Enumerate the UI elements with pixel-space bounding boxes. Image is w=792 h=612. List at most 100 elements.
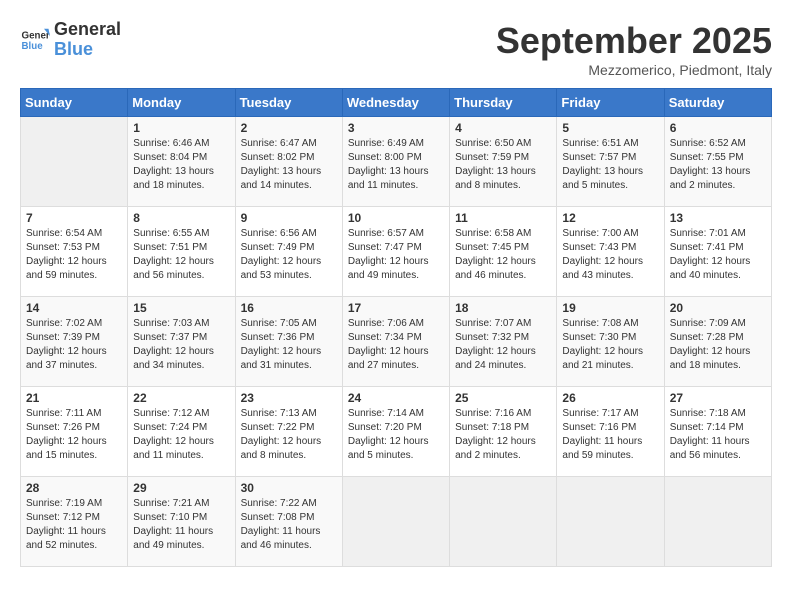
weekday-header: Tuesday: [235, 89, 342, 117]
sunset: Sunset: 7:16 PM: [562, 421, 658, 435]
daylight: Daylight: 13 hours and 5 minutes.: [562, 165, 658, 193]
day-number: 6: [670, 121, 766, 135]
daylight: Daylight: 12 hours and 31 minutes.: [241, 345, 337, 373]
daylight: Daylight: 12 hours and 34 minutes.: [133, 345, 229, 373]
daylight: Daylight: 11 hours and 59 minutes.: [562, 435, 658, 463]
daylight: Daylight: 12 hours and 37 minutes.: [26, 345, 122, 373]
calendar-cell: 29 Sunrise: 7:21 AM Sunset: 7:10 PM Dayl…: [128, 477, 235, 567]
sunset: Sunset: 7:59 PM: [455, 151, 551, 165]
sunrise: Sunrise: 7:06 AM: [348, 317, 444, 331]
logo-text: General Blue: [54, 20, 121, 60]
daylight: Daylight: 12 hours and 40 minutes.: [670, 255, 766, 283]
sunrise: Sunrise: 6:56 AM: [241, 227, 337, 241]
title-block: September 2025 Mezzomerico, Piedmont, It…: [496, 20, 772, 78]
calendar-cell: 17 Sunrise: 7:06 AM Sunset: 7:34 PM Dayl…: [342, 297, 449, 387]
daylight: Daylight: 12 hours and 59 minutes.: [26, 255, 122, 283]
daylight: Daylight: 12 hours and 56 minutes.: [133, 255, 229, 283]
sunset: Sunset: 7:30 PM: [562, 331, 658, 345]
svg-text:Blue: Blue: [22, 41, 44, 52]
calendar-week-row: 14 Sunrise: 7:02 AM Sunset: 7:39 PM Dayl…: [21, 297, 772, 387]
sunset: Sunset: 7:45 PM: [455, 241, 551, 255]
day-number: 15: [133, 301, 229, 315]
daylight: Daylight: 12 hours and 5 minutes.: [348, 435, 444, 463]
sunrise: Sunrise: 7:02 AM: [26, 317, 122, 331]
daylight: Daylight: 13 hours and 11 minutes.: [348, 165, 444, 193]
day-info: Sunrise: 7:06 AM Sunset: 7:34 PM Dayligh…: [348, 317, 444, 373]
day-info: Sunrise: 6:57 AM Sunset: 7:47 PM Dayligh…: [348, 227, 444, 283]
calendar-cell: 24 Sunrise: 7:14 AM Sunset: 7:20 PM Dayl…: [342, 387, 449, 477]
sunset: Sunset: 7:14 PM: [670, 421, 766, 435]
day-number: 8: [133, 211, 229, 225]
day-info: Sunrise: 7:01 AM Sunset: 7:41 PM Dayligh…: [670, 227, 766, 283]
calendar-week-row: 21 Sunrise: 7:11 AM Sunset: 7:26 PM Dayl…: [21, 387, 772, 477]
calendar-cell: 14 Sunrise: 7:02 AM Sunset: 7:39 PM Dayl…: [21, 297, 128, 387]
sunset: Sunset: 7:24 PM: [133, 421, 229, 435]
sunrise: Sunrise: 7:21 AM: [133, 497, 229, 511]
sunset: Sunset: 7:10 PM: [133, 511, 229, 525]
day-number: 16: [241, 301, 337, 315]
day-number: 10: [348, 211, 444, 225]
day-number: 13: [670, 211, 766, 225]
day-info: Sunrise: 7:21 AM Sunset: 7:10 PM Dayligh…: [133, 497, 229, 553]
day-info: Sunrise: 6:50 AM Sunset: 7:59 PM Dayligh…: [455, 137, 551, 193]
sunrise: Sunrise: 7:12 AM: [133, 407, 229, 421]
day-info: Sunrise: 7:14 AM Sunset: 7:20 PM Dayligh…: [348, 407, 444, 463]
daylight: Daylight: 11 hours and 46 minutes.: [241, 525, 337, 553]
day-number: 30: [241, 481, 337, 495]
calendar-cell: 21 Sunrise: 7:11 AM Sunset: 7:26 PM Dayl…: [21, 387, 128, 477]
day-number: 3: [348, 121, 444, 135]
daylight: Daylight: 13 hours and 8 minutes.: [455, 165, 551, 193]
sunrise: Sunrise: 6:58 AM: [455, 227, 551, 241]
day-info: Sunrise: 7:11 AM Sunset: 7:26 PM Dayligh…: [26, 407, 122, 463]
calendar-cell: 27 Sunrise: 7:18 AM Sunset: 7:14 PM Dayl…: [664, 387, 771, 477]
day-info: Sunrise: 7:18 AM Sunset: 7:14 PM Dayligh…: [670, 407, 766, 463]
sunset: Sunset: 8:04 PM: [133, 151, 229, 165]
calendar-week-row: 1 Sunrise: 6:46 AM Sunset: 8:04 PM Dayli…: [21, 117, 772, 207]
sunrise: Sunrise: 6:46 AM: [133, 137, 229, 151]
sunset: Sunset: 7:39 PM: [26, 331, 122, 345]
daylight: Daylight: 12 hours and 8 minutes.: [241, 435, 337, 463]
day-number: 24: [348, 391, 444, 405]
sunset: Sunset: 7:26 PM: [26, 421, 122, 435]
sunset: Sunset: 7:12 PM: [26, 511, 122, 525]
calendar-cell: 8 Sunrise: 6:55 AM Sunset: 7:51 PM Dayli…: [128, 207, 235, 297]
sunset: Sunset: 7:08 PM: [241, 511, 337, 525]
day-info: Sunrise: 7:19 AM Sunset: 7:12 PM Dayligh…: [26, 497, 122, 553]
daylight: Daylight: 11 hours and 52 minutes.: [26, 525, 122, 553]
sunset: Sunset: 7:57 PM: [562, 151, 658, 165]
sunset: Sunset: 7:41 PM: [670, 241, 766, 255]
day-info: Sunrise: 6:54 AM Sunset: 7:53 PM Dayligh…: [26, 227, 122, 283]
sunrise: Sunrise: 6:52 AM: [670, 137, 766, 151]
day-info: Sunrise: 7:22 AM Sunset: 7:08 PM Dayligh…: [241, 497, 337, 553]
day-info: Sunrise: 6:49 AM Sunset: 8:00 PM Dayligh…: [348, 137, 444, 193]
sunrise: Sunrise: 7:08 AM: [562, 317, 658, 331]
sunset: Sunset: 7:34 PM: [348, 331, 444, 345]
calendar-header-row: SundayMondayTuesdayWednesdayThursdayFrid…: [21, 89, 772, 117]
sunset: Sunset: 7:53 PM: [26, 241, 122, 255]
calendar-week-row: 7 Sunrise: 6:54 AM Sunset: 7:53 PM Dayli…: [21, 207, 772, 297]
weekday-header: Sunday: [21, 89, 128, 117]
calendar-cell: 7 Sunrise: 6:54 AM Sunset: 7:53 PM Dayli…: [21, 207, 128, 297]
calendar-cell: [557, 477, 664, 567]
day-number: 25: [455, 391, 551, 405]
day-number: 7: [26, 211, 122, 225]
sunset: Sunset: 7:32 PM: [455, 331, 551, 345]
day-number: 12: [562, 211, 658, 225]
calendar-cell: 25 Sunrise: 7:16 AM Sunset: 7:18 PM Dayl…: [450, 387, 557, 477]
day-info: Sunrise: 7:05 AM Sunset: 7:36 PM Dayligh…: [241, 317, 337, 373]
sunrise: Sunrise: 6:57 AM: [348, 227, 444, 241]
sunrise: Sunrise: 7:19 AM: [26, 497, 122, 511]
sunset: Sunset: 7:28 PM: [670, 331, 766, 345]
calendar-cell: 28 Sunrise: 7:19 AM Sunset: 7:12 PM Dayl…: [21, 477, 128, 567]
day-number: 29: [133, 481, 229, 495]
calendar-cell: 3 Sunrise: 6:49 AM Sunset: 8:00 PM Dayli…: [342, 117, 449, 207]
calendar-cell: 13 Sunrise: 7:01 AM Sunset: 7:41 PM Dayl…: [664, 207, 771, 297]
sunrise: Sunrise: 7:05 AM: [241, 317, 337, 331]
sunrise: Sunrise: 7:00 AM: [562, 227, 658, 241]
calendar-cell: [664, 477, 771, 567]
month-title: September 2025: [496, 20, 772, 62]
sunrise: Sunrise: 7:14 AM: [348, 407, 444, 421]
day-info: Sunrise: 7:03 AM Sunset: 7:37 PM Dayligh…: [133, 317, 229, 373]
calendar-cell: 22 Sunrise: 7:12 AM Sunset: 7:24 PM Dayl…: [128, 387, 235, 477]
day-number: 27: [670, 391, 766, 405]
